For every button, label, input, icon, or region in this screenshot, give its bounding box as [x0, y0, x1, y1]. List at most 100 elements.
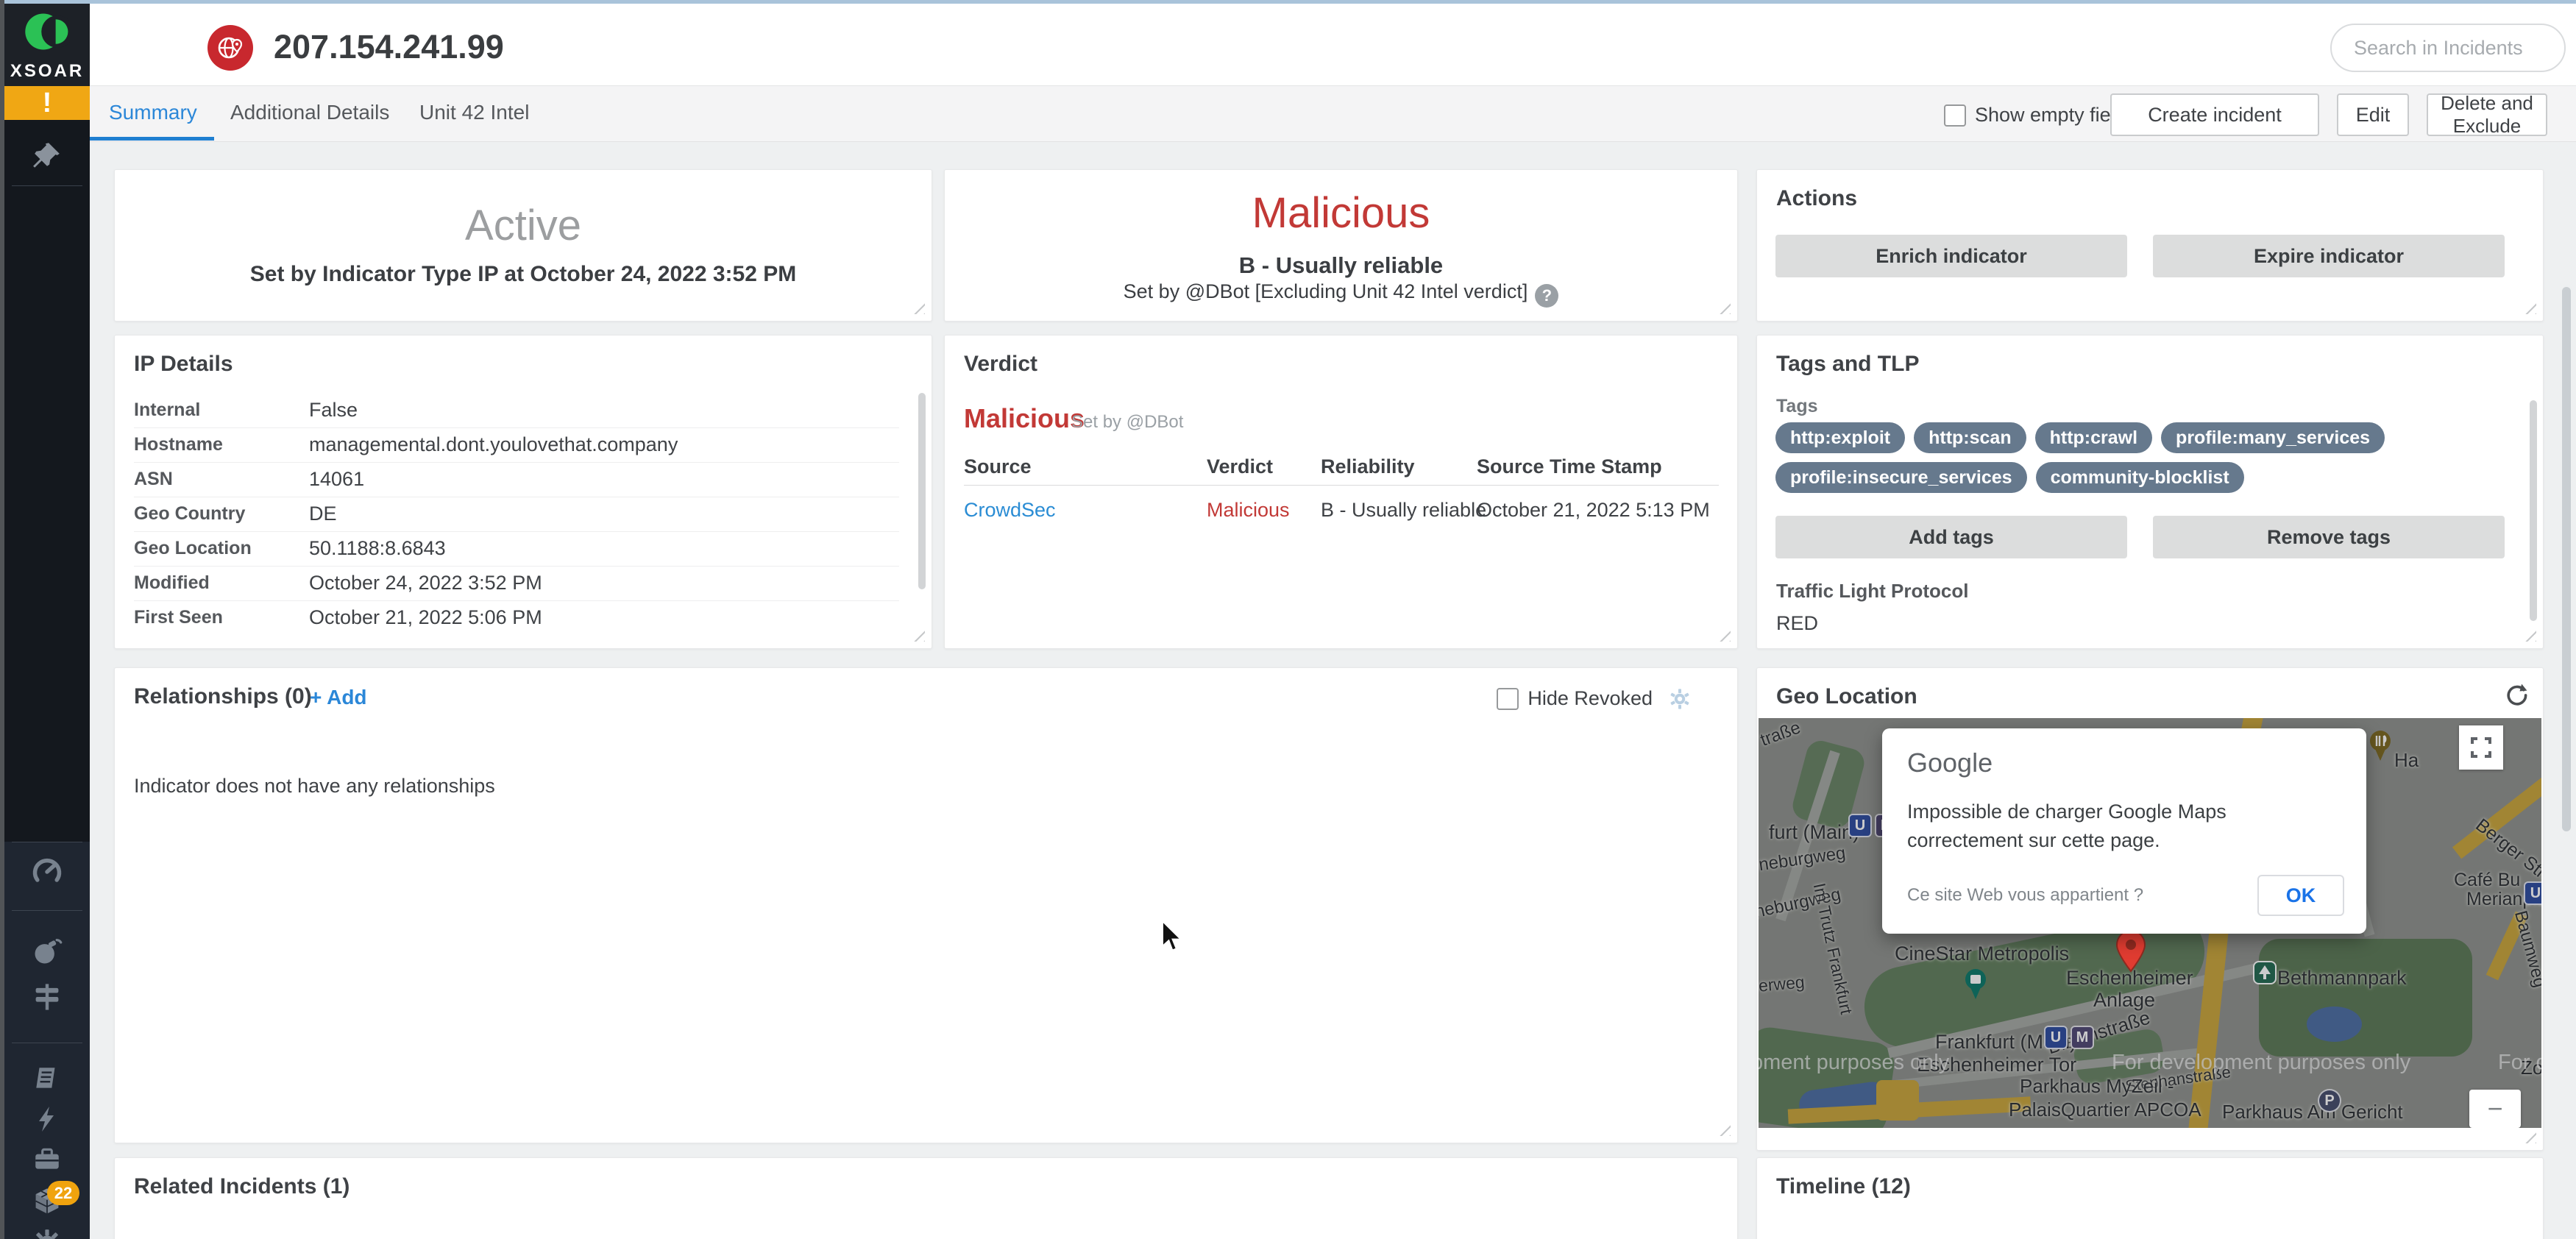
- dialog-ok-button[interactable]: OK: [2257, 875, 2344, 916]
- refresh-icon[interactable]: [2503, 681, 2530, 711]
- edit-button[interactable]: Edit: [2337, 93, 2409, 136]
- verdict-banner-card: Malicious B - Usually reliable Set by @D…: [944, 169, 1738, 322]
- show-empty-fields[interactable]: Show empty fields: [1944, 104, 2136, 127]
- card-scrollbar[interactable]: [918, 393, 926, 589]
- col-reliability: Reliability: [1321, 455, 1415, 478]
- sidebar-lower-section: [4, 842, 90, 1239]
- google-maps-error-dialog: Google Impossible de charger Google Maps…: [1882, 728, 2366, 934]
- hide-revoked[interactable]: Hide Revoked: [1497, 687, 1653, 710]
- ip-detail-row: First SeenOctober 21, 2022 5:06 PM: [134, 600, 899, 635]
- hide-revoked-checkbox[interactable]: [1497, 688, 1519, 710]
- tab-unit42-intel[interactable]: Unit 42 Intel: [419, 101, 529, 124]
- verdict-set-by: Set by @DBot [Excluding Unit 42 Intel ve…: [945, 280, 1737, 308]
- relationships-empty-message: Indicator does not have any relationship…: [134, 775, 495, 798]
- related-incidents-card: Related Incidents (1): [114, 1157, 1738, 1239]
- tags-label: Tags: [1776, 396, 1818, 417]
- remove-tags-button[interactable]: Remove tags: [2153, 516, 2505, 558]
- tab-additional-details[interactable]: Additional Details: [230, 101, 389, 124]
- page-title: 207.154.241.99: [274, 28, 504, 66]
- verdict-row-verdict: Malicious: [1207, 499, 1290, 522]
- automation-lightning-icon[interactable]: [4, 1104, 90, 1134]
- ip-detail-label: Geo Country: [134, 503, 309, 525]
- mouse-cursor: [1161, 921, 1188, 960]
- add-tags-button[interactable]: Add tags: [1775, 516, 2127, 558]
- marketplace-count-badge: 22: [47, 1181, 79, 1205]
- jobs-briefcase-icon[interactable]: [4, 1144, 90, 1175]
- dashboard-gauge-icon[interactable]: [4, 856, 90, 888]
- add-relationship-link[interactable]: + Add: [310, 686, 367, 709]
- verdict-help-icon[interactable]: ?: [1535, 284, 1558, 308]
- page-scrollbar[interactable]: [2562, 287, 2571, 831]
- verdict-panel-verdict: Malicious: [964, 403, 1085, 434]
- create-incident-button[interactable]: Create incident: [2110, 93, 2319, 136]
- fullscreen-button[interactable]: [2459, 725, 2503, 770]
- relationships-settings-gear-icon[interactable]: [1668, 687, 1692, 714]
- verdict-banner-value: Malicious: [945, 188, 1737, 238]
- tag-pill[interactable]: http:exploit: [1775, 422, 1905, 453]
- tag-pill[interactable]: http:crawl: [2035, 422, 2152, 453]
- resize-grip[interactable]: [2522, 627, 2536, 642]
- resize-grip[interactable]: [1716, 1121, 1731, 1136]
- dialog-question: Ce site Web vous appartient ?: [1907, 885, 2143, 906]
- actions-card: Actions Enrich indicator Expire indicato…: [1756, 169, 2544, 322]
- playbook-book-icon[interactable]: [4, 1063, 90, 1094]
- col-source: Source: [964, 455, 1032, 478]
- timeline-title: Timeline (12): [1776, 1174, 1911, 1199]
- sidebar-divider: [12, 910, 82, 911]
- resize-grip[interactable]: [910, 299, 925, 314]
- search-input[interactable]: Search in Incidents: [2330, 24, 2566, 72]
- signpost-icon[interactable]: [4, 981, 90, 1013]
- status-value: Active: [115, 201, 932, 250]
- google-map[interactable]: traßefurt (Main)neburgwegneburgwegIm Tru…: [1759, 718, 2541, 1128]
- ip-detail-value: 50.1188:8.6843: [309, 537, 446, 560]
- verdict-reliability: B - Usually reliable: [945, 252, 1737, 279]
- show-empty-fields-checkbox[interactable]: [1944, 104, 1966, 127]
- expire-indicator-button[interactable]: Expire indicator: [2153, 235, 2505, 277]
- delete-and-exclude-button[interactable]: Delete and Exclude: [2427, 93, 2547, 136]
- col-verdict: Verdict: [1207, 455, 1273, 478]
- resize-grip[interactable]: [1716, 627, 1731, 642]
- ip-detail-label: First Seen: [134, 607, 309, 628]
- location-pin-icon: [2115, 930, 2146, 976]
- related-incidents-title: Related Incidents (1): [134, 1174, 350, 1199]
- verdict-panel-set-by: Set by @DBot: [1071, 412, 1183, 433]
- card-scrollbar[interactable]: [2530, 400, 2537, 621]
- settings-gear-icon[interactable]: [4, 1228, 90, 1239]
- google-logo: Google: [1907, 748, 2341, 778]
- tab-summary[interactable]: Summary: [109, 101, 197, 124]
- ip-detail-row: InternalFalse: [134, 393, 899, 428]
- alert-banner[interactable]: !: [4, 86, 90, 120]
- ip-detail-value: DE: [309, 503, 337, 525]
- relationships-title: Relationships (0): [134, 684, 312, 709]
- ip-detail-value: October 21, 2022 5:06 PM: [309, 606, 542, 629]
- bomb-icon[interactable]: [4, 935, 90, 968]
- search-placeholder: Search in Incidents: [2354, 37, 2523, 60]
- pin-icon[interactable]: [4, 140, 90, 171]
- alert-exclamation: !: [43, 88, 52, 119]
- xsoar-indicator-screen: XSOAR !: [0, 0, 2576, 1239]
- active-tab-underline: [90, 137, 214, 141]
- sidebar: XSOAR !: [4, 4, 90, 1239]
- verdict-row-timestamp: October 21, 2022 5:13 PM: [1477, 499, 1710, 522]
- ip-details-card: IP Details InternalFalseHostnamemanageme…: [114, 335, 932, 649]
- sidebar-divider: [12, 185, 82, 186]
- ip-detail-label: Geo Location: [134, 538, 309, 559]
- resize-grip[interactable]: [2522, 1129, 2536, 1143]
- tag-pill[interactable]: profile:many_services: [2161, 422, 2385, 453]
- enrich-indicator-button[interactable]: Enrich indicator: [1775, 235, 2127, 277]
- tlp-value: RED: [1776, 612, 1818, 635]
- ip-indicator-icon: [207, 25, 253, 74]
- tag-pill[interactable]: community-blocklist: [2036, 462, 2244, 493]
- zoom-out-button[interactable]: −: [2469, 1090, 2521, 1128]
- hide-revoked-label: Hide Revoked: [1527, 687, 1653, 710]
- tag-pill[interactable]: http:scan: [1914, 422, 2026, 453]
- ip-detail-row: ModifiedOctober 24, 2022 3:52 PM: [134, 566, 899, 601]
- ip-details-title: IP Details: [134, 352, 233, 377]
- ip-detail-label: Modified: [134, 572, 309, 594]
- resize-grip[interactable]: [2522, 299, 2536, 314]
- xsoar-logo[interactable]: XSOAR: [4, 4, 90, 86]
- status-note: Set by Indicator Type IP at October 24, …: [115, 262, 932, 287]
- verdict-row-source[interactable]: CrowdSec: [964, 499, 1056, 522]
- tag-pill[interactable]: profile:insecure_services: [1775, 462, 2027, 493]
- resize-grip[interactable]: [910, 627, 925, 642]
